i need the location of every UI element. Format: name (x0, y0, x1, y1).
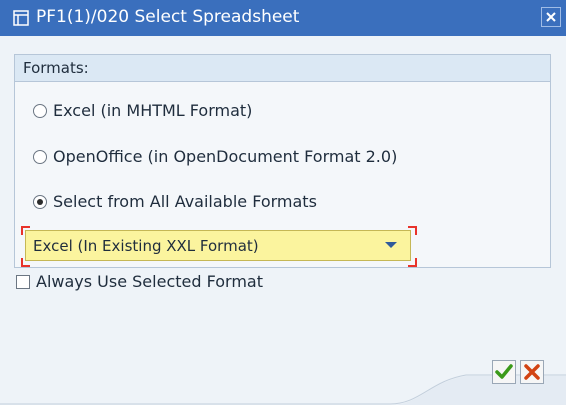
dialog-content: Formats: Excel (in MHTML Format) OpenOff… (0, 36, 566, 405)
confirm-button[interactable] (492, 360, 516, 384)
radio-label: Select from All Available Formats (53, 192, 317, 211)
title-bar: PF1(1)/020 Select Spreadsheet (0, 0, 566, 37)
dialog-window-icon (13, 10, 29, 26)
format-select[interactable]: Excel (In Existing XXL Format) (25, 230, 411, 261)
format-select-value: Excel (In Existing XXL Format) (33, 237, 259, 255)
cancel-button[interactable] (520, 360, 544, 384)
radio-selected-dot (37, 199, 43, 205)
required-marker-bottom-left (21, 258, 30, 267)
dialog-title: PF1(1)/020 Select Spreadsheet (36, 7, 300, 27)
formats-group: Formats: Excel (in MHTML Format) OpenOff… (14, 54, 551, 268)
checkmark-icon (495, 364, 513, 379)
formats-group-header: Formats: (15, 55, 550, 82)
required-marker-bottom-right (408, 258, 417, 267)
radio-label: OpenOffice (in OpenDocument Format 2.0) (53, 147, 398, 166)
formats-group-label: Formats: (23, 59, 89, 77)
select-spreadsheet-dialog: PF1(1)/020 Select Spreadsheet Formats: E… (0, 0, 566, 405)
required-marker-top-right (408, 226, 417, 235)
always-use-checkbox[interactable] (16, 275, 30, 289)
radio-button[interactable] (33, 104, 47, 118)
footer-divider (0, 374, 566, 405)
always-use-label: Always Use Selected Format (36, 272, 263, 291)
cancel-x-icon (524, 364, 540, 380)
dropdown-arrow-icon[interactable] (385, 242, 397, 248)
close-icon (546, 12, 556, 22)
radio-button-selected[interactable] (33, 195, 47, 209)
radio-button[interactable] (33, 150, 47, 164)
radio-label: Excel (in MHTML Format) (53, 101, 253, 120)
close-button[interactable] (541, 7, 561, 27)
required-marker-top-left (21, 226, 30, 235)
